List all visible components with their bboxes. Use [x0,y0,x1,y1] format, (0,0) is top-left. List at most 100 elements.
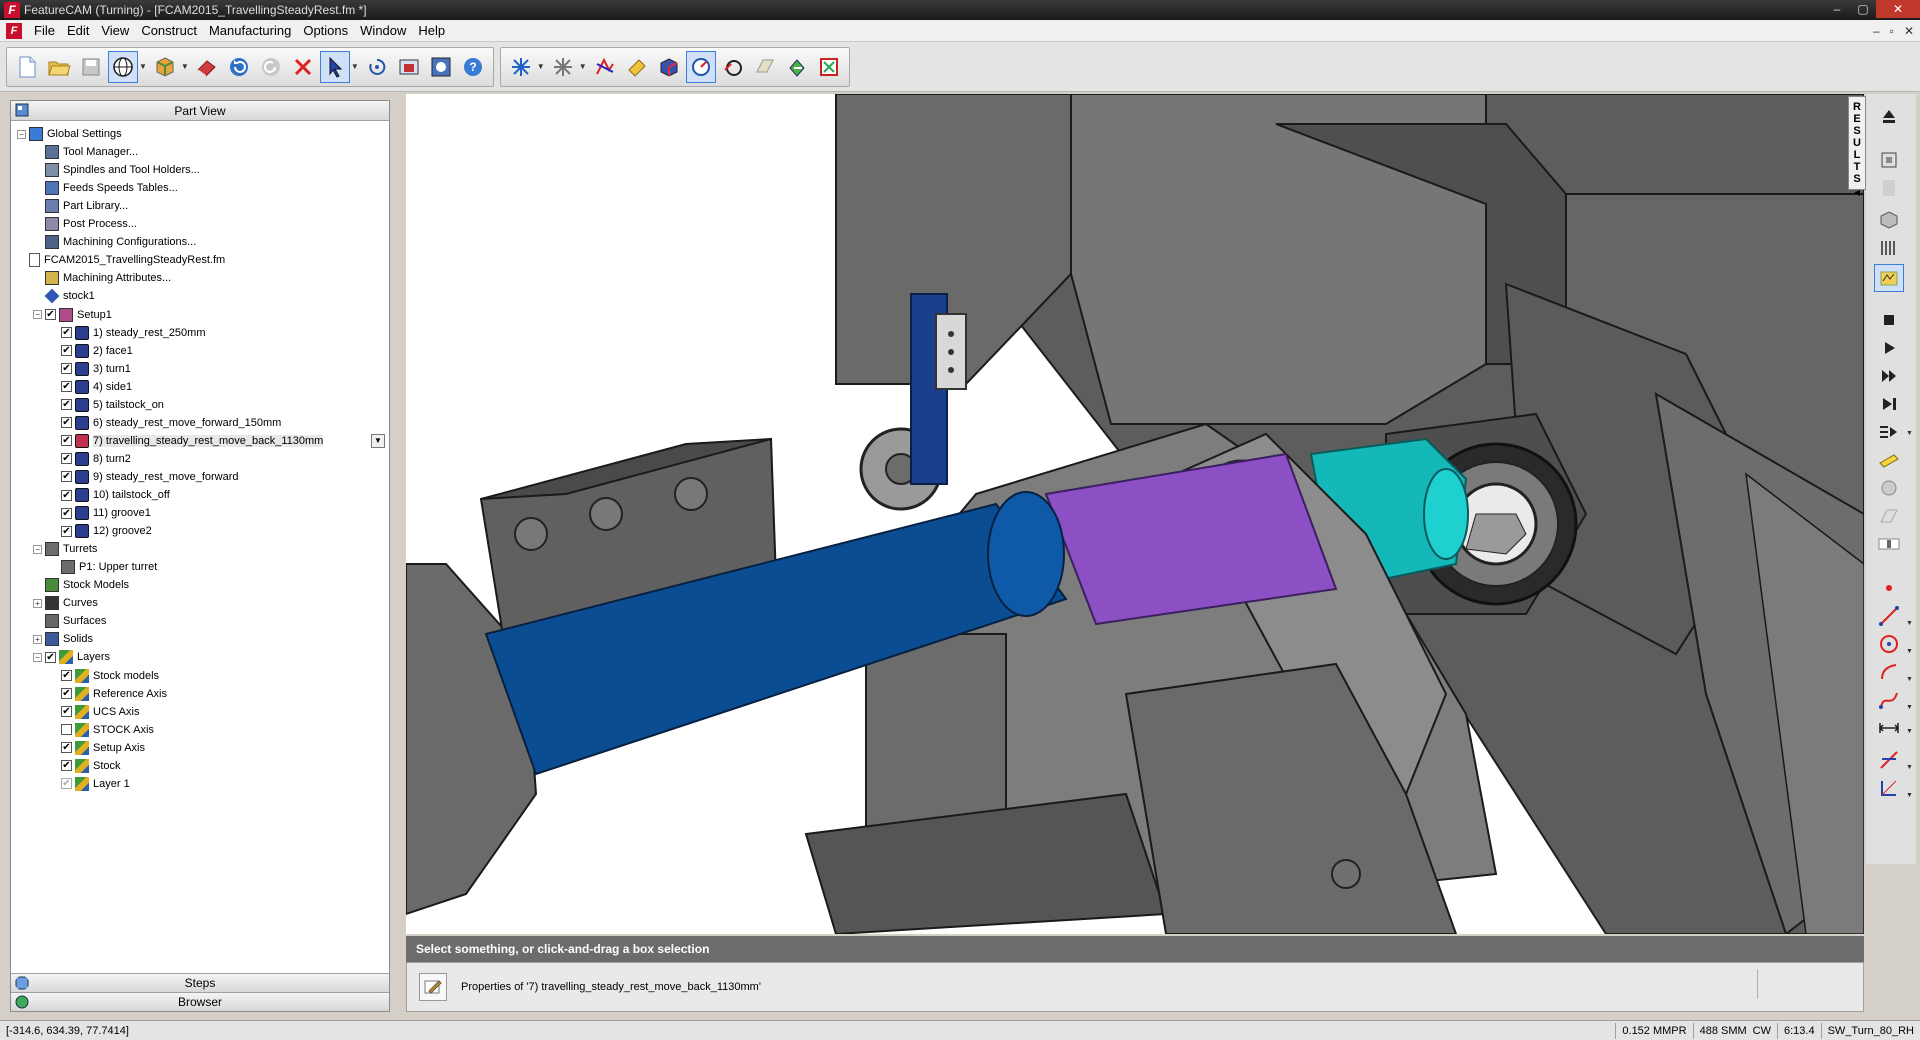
tree-item[interactable]: ✔ 7) travelling_steady_rest_move_back_113… [49,432,324,450]
menu-manufacturing[interactable]: Manufacturing [203,23,297,38]
simulate-button[interactable] [622,51,652,83]
tree-item[interactable]: + Solids [33,630,93,648]
rt-spline-button[interactable] [1874,686,1904,714]
select-button[interactable] [319,50,350,83]
tree-checkbox[interactable]: ✔ [61,742,72,754]
3d-viewport[interactable] [406,94,1864,934]
browser-tab[interactable]: Browser [11,992,389,1011]
tree-item[interactable]: − ✔ Setup1 [33,306,112,324]
rt-slider-button[interactable] [1874,530,1904,558]
rt-point-button[interactable] [1874,574,1904,602]
tree-item[interactable]: ✔ 4) side1 [49,378,132,396]
tree-checkbox[interactable]: ✔ [45,651,56,663]
screenshot-button[interactable] [394,51,424,83]
rt-circle-button[interactable] [1874,630,1904,658]
undo-button[interactable] [224,51,254,83]
tree-item[interactable]: Stock Models [33,576,129,594]
rt-dimension-button[interactable] [1874,714,1904,742]
tree-item[interactable]: ✔ 3) turn1 [49,360,131,378]
tree-item[interactable]: ✔ 5) tailstock_on [49,396,164,414]
tree-expander[interactable]: + [33,634,42,644]
tree-item[interactable]: Machining Configurations... [33,233,196,251]
tree-checkbox[interactable]: ✔ [61,706,72,718]
tree-checkbox[interactable]: ✔ [45,309,56,320]
save-file-button[interactable] [76,51,106,83]
open-file-button[interactable] [44,51,74,83]
tree-item[interactable]: ✔ 12) groove2 [49,522,152,540]
rt-stop-button[interactable] [1874,306,1904,334]
tree-item[interactable]: Machining Attributes... [33,269,171,287]
tree-checkbox[interactable] [61,724,72,736]
menu-view[interactable]: View [95,23,135,38]
tree-item[interactable]: stock1 [33,287,95,305]
maximize-button[interactable]: ▢ [1850,0,1876,18]
tree-item[interactable]: P1: Upper turret [49,558,157,576]
rt-fast-forward-button[interactable] [1874,362,1904,390]
minimize-button[interactable]: – [1824,0,1850,18]
tree-item[interactable]: − Global Settings [17,125,122,143]
mdi-minimize-button[interactable]: – [1873,24,1880,38]
erase-button[interactable] [192,51,222,83]
rt-arc-button[interactable] [1874,658,1904,686]
solid-sim-button[interactable] [654,51,684,83]
tree-item[interactable]: ✔ 9) steady_rest_move_forward [49,468,239,486]
operation-dropdown-button[interactable]: ▼ [371,433,385,448]
rt-line-button[interactable] [1874,602,1904,630]
menu-options[interactable]: Options [297,23,354,38]
rt-eject-button[interactable] [1874,102,1904,130]
results-tab[interactable]: R E S U L T S ◀ [1848,96,1866,197]
tree-checkbox[interactable]: ✔ [61,760,72,772]
tree-checkbox[interactable]: ✔ [61,489,72,501]
new-file-button[interactable] [12,51,42,83]
tree-checkbox[interactable]: ✔ [61,345,72,357]
tree-checkbox[interactable]: ✔ [61,435,72,447]
tree-checkbox[interactable]: ✔ [61,525,72,537]
rt-toolpath-button[interactable] [1874,264,1904,292]
rt-spline-dropdown-arrow[interactable]: ▼ [1906,704,1913,711]
menu-edit[interactable]: Edit [61,23,95,38]
tree-item[interactable]: ✔ Stock [49,757,121,775]
tree-item[interactable]: ✔ 6) steady_rest_move_forward_150mm [49,414,281,432]
help-button[interactable]: ? [458,51,488,83]
rotate-button[interactable] [362,51,392,83]
tree-checkbox[interactable]: ✔ [61,688,72,700]
steps-tab[interactable]: Steps [11,973,389,992]
rt-step-button[interactable] [1874,390,1904,418]
transform-button[interactable] [782,51,812,83]
view-globe-button[interactable] [108,50,138,83]
tree-checkbox[interactable]: ✔ [61,399,72,411]
rt-trim-button[interactable] [1874,746,1904,774]
tree-item[interactable]: ✔ 11) groove1 [49,504,151,522]
document-menu-icon[interactable]: F [6,22,22,39]
surface-tool-button[interactable] [750,51,780,83]
tree-item[interactable]: ✔ 8) turn2 [49,450,131,468]
tree-item[interactable]: Spindles and Tool Holders... [33,161,200,179]
tree-checkbox[interactable]: ✔ [61,507,72,519]
rt-stock-button[interactable] [1874,234,1904,262]
tree-item[interactable]: − ✔ Layers [33,648,110,666]
tree-item[interactable]: ✔ 2) face1 [49,342,133,360]
rt-corner-dropdown-arrow[interactable]: ▼ [1906,792,1913,799]
ops-button[interactable] [548,51,578,83]
tree-checkbox[interactable]: ✔ [61,327,72,339]
properties-button[interactable] [419,973,447,1001]
rt-measure-button[interactable] [1874,446,1904,474]
menu-help[interactable]: Help [412,23,451,38]
tree-item[interactable]: − Turrets [33,540,97,558]
mdi-restore-button[interactable]: ▫ [1890,24,1894,38]
rt-arc-dropdown-arrow[interactable]: ▼ [1906,676,1913,683]
results-collapse-arrow-icon[interactable]: ◀ [1854,187,1860,199]
rt-surface-button[interactable] [1874,502,1904,530]
tree-item[interactable]: Post Process... [33,215,137,233]
rt-view-ball-button[interactable] [1874,474,1904,502]
rt-trim-dropdown-arrow[interactable]: ▼ [1906,764,1913,771]
tree-item[interactable]: Surfaces [33,612,106,630]
rt-circle-dropdown-arrow[interactable]: ▼ [1906,648,1913,655]
menu-construct[interactable]: Construct [135,23,203,38]
rt-step-options-button[interactable] [1874,418,1904,446]
rt-corner-button[interactable] [1874,774,1904,802]
rt-play-button[interactable] [1874,334,1904,362]
tree-item[interactable]: ✔ 1) steady_rest_250mm [49,324,206,342]
tree-expander[interactable]: − [17,129,26,139]
tree-item[interactable]: ✔ Setup Axis [49,739,145,757]
